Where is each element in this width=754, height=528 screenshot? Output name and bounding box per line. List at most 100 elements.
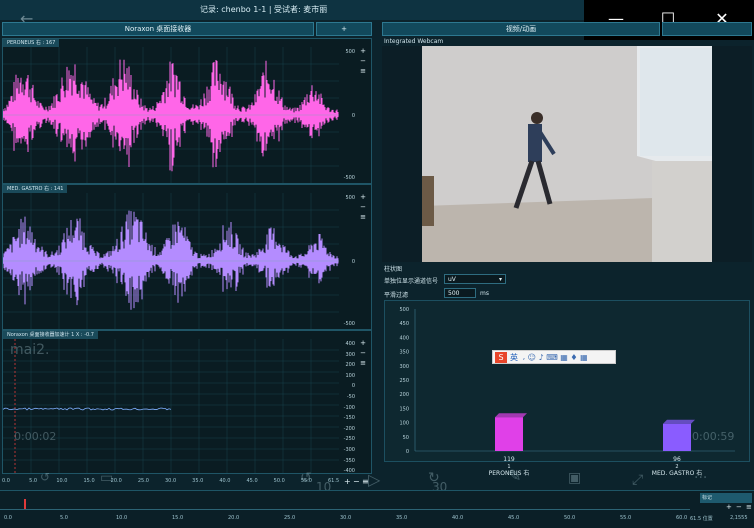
zoom-out-button[interactable]: − — [359, 349, 367, 357]
timeline-bar[interactable]: 0.0 5.0 10.0 15.0 20.0 25.0 30.0 35.0 40.0 45.0 50… — [0, 490, 754, 528]
x-tick-label: 45.0 — [246, 478, 258, 484]
zoom-in-button[interactable]: + — [359, 193, 367, 201]
timeline-end-label: 61.5 位置 — [690, 516, 713, 522]
x-tick-label: 5.0 — [29, 478, 38, 484]
overlay-title: mai2. — [10, 342, 50, 358]
x-tick-label: 0.0 — [2, 478, 10, 484]
timeline-zoom-in-button[interactable]: + — [726, 503, 732, 511]
receiver-panel-header[interactable]: Noraxon 桌面接收器 — [2, 22, 314, 36]
add-panel-button[interactable]: + — [316, 22, 372, 36]
x-tick-label: 25.0 — [137, 478, 149, 484]
scale-tick: -200 — [343, 425, 355, 432]
webcam-scene — [422, 46, 712, 262]
scale-tick: -350 — [343, 457, 355, 464]
more-icon[interactable]: ··· — [694, 470, 707, 486]
fullscreen-icon[interactable]: ⤢ — [632, 472, 643, 488]
channel-peroneus[interactable]: PERONEUS 右 : 167 500 0 -500 + − ≡ — [2, 38, 372, 184]
timeline-track — [0, 509, 690, 510]
scale-tick: -300 — [343, 447, 355, 453]
skip-back-icon[interactable]: ↺ — [40, 470, 50, 484]
ime-language-button[interactable]: 英 — [510, 352, 518, 363]
webcam-video[interactable] — [422, 46, 712, 262]
menu-icon[interactable]: ≡ — [359, 67, 367, 75]
smoothing-label: 平滑过滤 — [384, 292, 409, 299]
scale-tick: -150 — [343, 415, 355, 422]
x-tick-label: 15.0 — [83, 478, 95, 484]
bar-value-label: 96 — [673, 456, 681, 463]
y-tick-label: 400 — [399, 335, 409, 341]
x-tick-label: 50.0 — [273, 478, 285, 484]
channel-scale: 400 300 200 100 0 -50 -100 -150 -200 -250 -300 -350… — [337, 339, 371, 475]
timeline-tick-label: 30.0 — [340, 515, 352, 521]
overlay-time-left: 0:00:02 — [14, 430, 57, 443]
timeline-tick-label: 15.0 — [172, 515, 184, 521]
accel-waveform — [3, 339, 339, 473]
y-tick-label: 0 — [406, 449, 409, 455]
unit-select[interactable]: uV ▾ — [444, 274, 506, 284]
menu-icon[interactable]: ≡ — [359, 213, 367, 221]
timeline-tick-label: 50.0 — [564, 515, 576, 521]
timeline-ticks: 0.0 5.0 10.0 15.0 20.0 25.0 30.0 35.0 40.0 45.0 50… — [0, 515, 690, 525]
channel-label: MED. GASTRO 右 : 141 — [3, 185, 68, 193]
emg-waveform-peroneus — [3, 47, 339, 183]
ime-toolbar[interactable]: S 英 ⸴ ☺ ♪ ⌨ ▦ ♦ ▦ — [492, 350, 616, 364]
emg-waveform-gastro — [3, 193, 339, 329]
play-icon[interactable]: ▷ — [368, 470, 380, 489]
video-panel-tab[interactable] — [662, 22, 752, 36]
x-tick-label: 30.0 — [165, 478, 177, 484]
webcam-label: Integrated Webcam — [384, 38, 444, 45]
rewind-icon[interactable]: ↺ — [300, 470, 312, 486]
zoom-in-button[interactable]: + — [359, 339, 367, 347]
channel-label: Noraxon 桌面接收器加速计 1 X : -0.7 — [3, 331, 98, 339]
scale-tick: 300 — [345, 351, 355, 358]
zoom-out-button[interactable]: − — [359, 57, 367, 65]
bar — [663, 423, 691, 451]
y-tick-label: 200 — [399, 392, 409, 398]
timeline-cursor[interactable] — [24, 499, 26, 509]
timeline-end-value: 2,1555 — [730, 515, 748, 521]
chevron-down-icon: ▾ — [498, 276, 502, 283]
ime-logo-icon: S — [495, 352, 507, 363]
video-panel-header[interactable]: 视频/动画 — [382, 22, 660, 36]
timeline-tick-label: 45.0 — [508, 515, 520, 521]
window-title: 记录: chenbo 1-1 | 受试者: 麦市丽 — [200, 5, 328, 14]
bar-section-title: 柱状图 — [384, 266, 403, 273]
timeline-tick-label: 25.0 — [284, 515, 296, 521]
scale-tick: -400 — [343, 468, 355, 475]
zoom-out-button[interactable]: − — [359, 203, 367, 211]
screen-icon[interactable]: ▣ — [568, 470, 581, 486]
edit-icon[interactable]: ✎ — [508, 466, 521, 485]
app-window: 记录: chenbo 1-1 | 受试者: 麦市丽 ← — ☐ ✕ Noraxo… — [0, 0, 754, 528]
channel-scale: 500 0 -500 + − ≡ — [343, 47, 367, 181]
smoothing-unit: ms — [480, 290, 489, 297]
timeline-tick-label: 60.0 — [676, 515, 688, 521]
x-tick-label: 40.0 — [219, 478, 231, 484]
bar — [495, 417, 523, 451]
x-tick-label: 35.0 — [192, 478, 204, 484]
x-zoom-in-button[interactable]: + — [344, 477, 351, 486]
bar-chart: 5004504003503002502001501005001191PERONE… — [399, 307, 735, 477]
scale-tick: 200 — [345, 362, 355, 369]
marker-button[interactable]: 标记 — [700, 493, 752, 503]
video-panel[interactable] — [382, 46, 752, 262]
channel-med-gastro[interactable]: MED. GASTRO 右 : 141 500 0 -500 + − ≡ — [2, 184, 372, 330]
timeline-tick-label: 40.0 — [452, 515, 464, 521]
smoothing-input[interactable]: 500 — [444, 288, 476, 298]
bar-top — [663, 419, 695, 424]
x-zoom-out-button[interactable]: − — [353, 477, 360, 486]
timeline-menu-icon[interactable]: ≡ — [746, 503, 752, 511]
timeline-tick-label: 10.0 — [116, 515, 128, 521]
channel-accelerometer[interactable]: Noraxon 桌面接收器加速计 1 X : -0.7 400 300 200 100… — [2, 330, 372, 474]
timeline-tick-label: 55.0 — [620, 515, 632, 521]
ime-tools-icons[interactable]: ⸴ ☺ ♪ ⌨ ▦ ♦ ▦ — [523, 352, 588, 363]
scale-tick: 0 — [351, 383, 355, 390]
scale-tick: -100 — [343, 404, 355, 411]
y-tick-label: 300 — [399, 364, 409, 370]
timeline-zoom-out-button[interactable]: − — [736, 503, 742, 511]
menu-icon[interactable]: ≡ — [359, 359, 367, 367]
scale-tick: -250 — [343, 436, 355, 443]
zoom-in-button[interactable]: + — [359, 47, 367, 55]
captions-icon[interactable]: ▭ — [100, 470, 113, 486]
x-tick-label: 10.0 — [56, 478, 68, 484]
y-tick-label: 100 — [399, 421, 409, 427]
